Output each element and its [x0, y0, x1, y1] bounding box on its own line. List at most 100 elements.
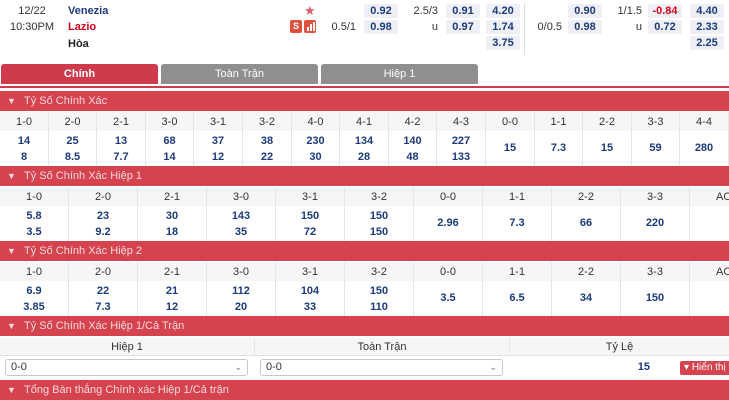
section-correct-score-h1[interactable]: ▼ Tỷ Số Chính Xác Hiệp 1	[0, 166, 729, 186]
score-header: 1-0	[0, 187, 69, 207]
score-odds-cell: 150 150	[345, 206, 414, 242]
hf-ft-select[interactable]: 0-0 ⌄	[260, 359, 503, 376]
tab-main[interactable]: Chính	[1, 64, 158, 84]
away-score-odds[interactable]: 12	[194, 151, 242, 163]
hf-rate-value[interactable]: 15	[510, 359, 650, 376]
home-score-odds[interactable]: 140	[389, 135, 436, 147]
away-score-odds[interactable]: 3.85	[0, 301, 68, 313]
h1-ah-away-odds[interactable]: 0.98	[568, 20, 602, 34]
draw-score-odds[interactable]: 66	[552, 217, 620, 229]
ft-1x2-draw-odds[interactable]: 3.75	[486, 36, 520, 50]
home-score-odds[interactable]: 227	[437, 135, 485, 147]
draw-score-odds[interactable]: 220	[621, 217, 689, 229]
away-score-odds[interactable]: 48	[389, 151, 436, 163]
away-score-odds[interactable]: 35	[207, 226, 275, 238]
home-score-odds[interactable]: 150	[345, 210, 413, 222]
section-total-goals-h1-ft[interactable]: ▼ Tổng Bàn thắng Chính xác Hiệp 1/Cả trậ…	[0, 380, 729, 400]
draw-score-odds[interactable]: 7.3	[483, 217, 551, 229]
home-score-odds[interactable]: 104	[276, 285, 344, 297]
odds-divider	[524, 3, 525, 55]
home-score-odds[interactable]: 150	[345, 285, 413, 297]
away-score-odds[interactable]: 133	[437, 151, 485, 163]
ft-ah-away-odds[interactable]: 0.98	[364, 20, 398, 34]
stats-s-icon[interactable]: S	[290, 20, 302, 33]
h1-ah-home-odds[interactable]: 0.90	[568, 4, 602, 18]
home-score-odds[interactable]: 6.9	[0, 285, 68, 297]
hf-col-rate: Tỷ Lệ	[605, 341, 634, 353]
home-score-odds[interactable]: 23	[69, 210, 137, 222]
correct-score-h1-header-row: 1-0 2-0 2-1 3-0 3-1 3-2 0-0 1-1 2-2 3-3 AO	[0, 187, 729, 207]
section-correct-score-h1-ft[interactable]: ▼ Tỷ Số Chính Xác Hiệp 1/Cả Trận	[0, 316, 729, 336]
ft-ah-home-odds[interactable]: 0.92	[364, 4, 398, 18]
section-correct-score-h2[interactable]: ▼ Tỷ Số Chính Xác Hiệp 2	[0, 241, 729, 261]
h1-1x2-draw-odds[interactable]: 2.25	[690, 36, 724, 50]
draw-score-odds[interactable]: 3.5	[414, 292, 482, 304]
tab-first-half[interactable]: Hiệp 1	[321, 64, 478, 84]
hf-h1-select[interactable]: 0-0 ⌄	[5, 359, 248, 376]
score-header: 2-1	[97, 112, 146, 132]
away-score-odds[interactable]: 33	[276, 301, 344, 313]
away-score-odds[interactable]: 8.5	[49, 151, 96, 163]
home-team[interactable]: Venezia	[68, 5, 108, 17]
away-score-odds[interactable]: 20	[207, 301, 275, 313]
home-score-odds[interactable]: 25	[49, 135, 96, 147]
home-score-odds[interactable]: 30	[138, 210, 206, 222]
home-score-odds[interactable]: 143	[207, 210, 275, 222]
score-odds-cell: 150 72	[276, 206, 345, 242]
draw-score-odds[interactable]: 6.5	[483, 292, 551, 304]
away-score-odds[interactable]: 150	[345, 226, 413, 238]
away-score-odds[interactable]: 28	[340, 151, 388, 163]
home-score-odds[interactable]: 14	[0, 135, 48, 147]
ft-1x2-home-odds[interactable]: 4.20	[486, 4, 520, 18]
ft-1x2-away-odds[interactable]: 1.74	[486, 20, 520, 34]
h1-ou-under-odds[interactable]: 0.72	[648, 20, 682, 34]
home-score-odds[interactable]: 134	[340, 135, 388, 147]
show-all-button[interactable]: ▾ Hiển thị tất cả	[680, 361, 729, 375]
away-score-odds[interactable]: 9.2	[69, 226, 137, 238]
away-team[interactable]: Lazio	[68, 21, 96, 33]
h1-ou-over-odds[interactable]: -0.84	[648, 4, 682, 18]
home-score-odds[interactable]: 112	[207, 285, 275, 297]
score-odds-cell: 6.5	[483, 281, 552, 317]
draw-score-odds[interactable]: 15	[583, 142, 631, 154]
match-time: 10:30PM	[9, 21, 55, 33]
home-score-odds[interactable]: 150	[276, 210, 344, 222]
away-score-odds[interactable]: 22	[243, 151, 291, 163]
score-odds-cell: 38 22	[243, 131, 292, 167]
home-score-odds[interactable]: 230	[292, 135, 339, 147]
score-header: 3-1	[276, 262, 345, 282]
home-score-odds[interactable]: 37	[194, 135, 242, 147]
section-correct-score[interactable]: ▼ Tỷ Số Chính Xác	[0, 91, 729, 111]
home-score-odds[interactable]: 5.8	[0, 210, 68, 222]
favorite-star-icon[interactable]: ★	[304, 3, 316, 19]
away-score-odds[interactable]: 14	[146, 151, 193, 163]
ft-ou-under-odds[interactable]: 0.97	[446, 20, 480, 34]
away-score-odds[interactable]: 110	[345, 301, 413, 313]
home-score-odds[interactable]: 68	[146, 135, 193, 147]
away-score-odds[interactable]: 7.3	[69, 301, 137, 313]
draw-score-odds[interactable]: 34	[552, 292, 620, 304]
h1-1x2-home-odds[interactable]: 4.40	[690, 4, 724, 18]
draw-score-odds[interactable]: 280	[680, 142, 728, 154]
away-score-odds[interactable]: 72	[276, 226, 344, 238]
bar-chart-icon[interactable]	[304, 20, 316, 33]
away-score-odds[interactable]: 3.5	[0, 226, 68, 238]
away-score-odds[interactable]: 30	[292, 151, 339, 163]
home-score-odds[interactable]: 21	[138, 285, 206, 297]
home-score-odds[interactable]: 22	[69, 285, 137, 297]
ft-ou-over-odds[interactable]: 0.91	[446, 4, 480, 18]
draw-score-odds[interactable]: 2.96	[414, 217, 482, 229]
away-score-odds[interactable]: 18	[138, 226, 206, 238]
home-score-odds[interactable]: 13	[97, 135, 145, 147]
away-score-odds[interactable]: 7.7	[97, 151, 145, 163]
away-score-odds[interactable]: 12	[138, 301, 206, 313]
draw-score-odds[interactable]: 150	[621, 292, 689, 304]
draw-score-odds[interactable]: 15	[486, 142, 534, 154]
draw-score-odds[interactable]: 59	[632, 142, 679, 154]
tab-full-time[interactable]: Toàn Trận	[161, 64, 318, 84]
home-score-odds[interactable]: 38	[243, 135, 291, 147]
draw-score-odds[interactable]: 7.3	[535, 142, 582, 154]
away-score-odds[interactable]: 8	[0, 151, 48, 163]
score-odds-cell: 25 8.5	[49, 131, 97, 167]
h1-1x2-away-odds[interactable]: 2.33	[690, 20, 724, 34]
